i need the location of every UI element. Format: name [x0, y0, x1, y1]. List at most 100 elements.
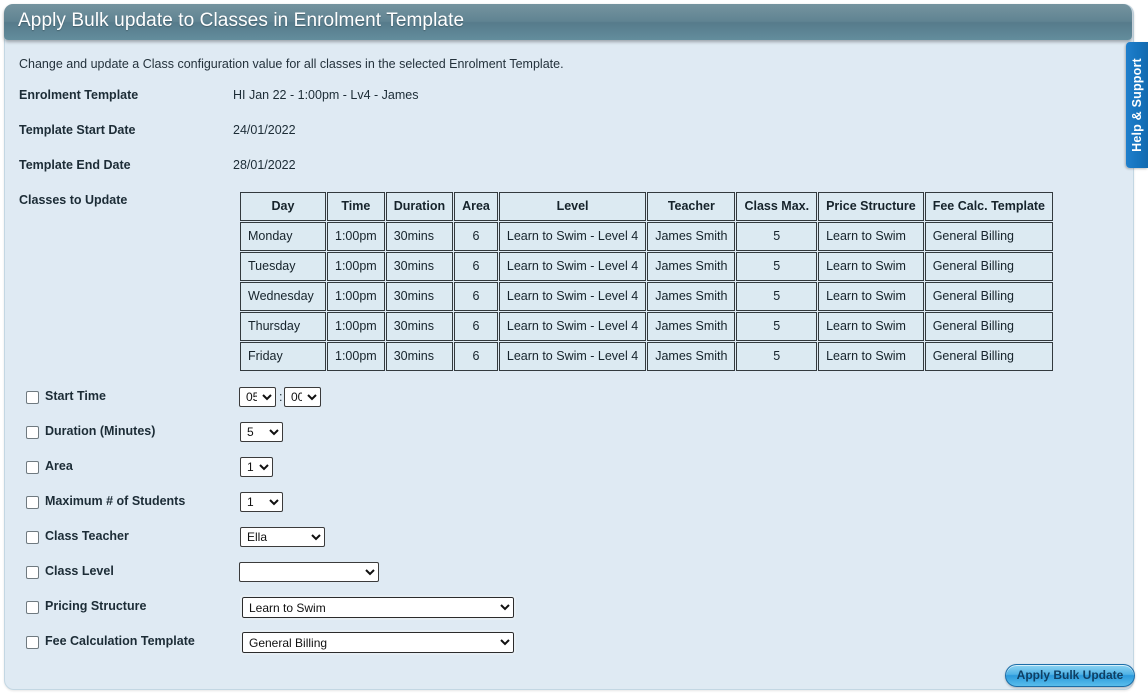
cell-teacher: James Smith [647, 312, 736, 341]
col-header-time: Time [327, 192, 385, 221]
cell-area: 6 [454, 282, 498, 311]
window-titlebar: Apply Bulk update to Classes in Enrolmen… [4, 4, 1132, 40]
info-value-enrolment-template: HI Jan 22 - 1:00pm - Lv4 - James [233, 88, 419, 102]
col-header-price-structure: Price Structure [818, 192, 924, 221]
intro-text: Change and update a Class configuration … [19, 57, 564, 71]
label-max-students: Maximum # of Students [45, 494, 186, 508]
form-row-start-time: Start Time 05 : 00 [5, 387, 1135, 415]
cell-time: 1:00pm [327, 312, 385, 341]
col-header-class-max: Class Max. [736, 192, 818, 221]
col-header-duration: Duration [385, 192, 454, 221]
info-label-enrolment-template: Enrolment Template [19, 88, 139, 102]
info-row-template-end-date: Template End Date 28/01/2022 [5, 158, 1135, 178]
cell-day: Friday [240, 342, 326, 371]
checkbox-class-level[interactable] [26, 566, 39, 579]
label-pricing-structure: Pricing Structure [45, 599, 147, 613]
table-row: Monday 1:00pm 30mins 6 Learn to Swim - L… [240, 222, 1054, 251]
select-max-students[interactable]: 1 [240, 492, 283, 512]
info-label-classes-to-update: Classes to Update [19, 193, 128, 207]
info-label-template-end-date: Template End Date [19, 158, 131, 172]
cell-teacher: James Smith [647, 252, 736, 281]
info-value-template-start-date: 24/01/2022 [233, 123, 296, 137]
cell-price-structure: Learn to Swim [818, 342, 924, 371]
checkbox-area[interactable] [26, 461, 39, 474]
cell-fee-calc-template: General Billing [924, 312, 1054, 341]
col-header-teacher: Teacher [647, 192, 736, 221]
form-row-pricing-structure: Pricing Structure Learn to Swim [5, 595, 1135, 625]
cell-fee-calc-template: General Billing [924, 282, 1054, 311]
col-header-area: Area [454, 192, 498, 221]
cell-day: Thursday [240, 312, 326, 341]
cell-price-structure: Learn to Swim [818, 222, 924, 251]
page-title: Apply Bulk update to Classes in Enrolmen… [18, 10, 465, 31]
cell-class-max: 5 [736, 312, 818, 341]
form-row-duration: Duration (Minutes) 5 [5, 422, 1135, 450]
select-duration[interactable]: 5 [240, 422, 283, 442]
checkbox-pricing-structure[interactable] [26, 601, 39, 614]
cell-class-max: 5 [736, 282, 818, 311]
select-pricing-structure[interactable]: Learn to Swim [240, 595, 516, 620]
table-header-row: Day Time Duration Area Level Teacher Cla… [240, 192, 1054, 221]
table-row: Thursday 1:00pm 30mins 6 Learn to Swim -… [240, 312, 1054, 341]
form-row-fee-calculation-template: Fee Calculation Template General Billing [5, 630, 1135, 660]
classes-table-wrapper: Day Time Duration Area Level Teacher Cla… [239, 191, 1054, 372]
cell-teacher: James Smith [647, 342, 736, 371]
label-fee-calculation-template: Fee Calculation Template [45, 634, 195, 648]
label-start-time: Start Time [45, 389, 106, 403]
info-row-enrolment-template: Enrolment Template HI Jan 22 - 1:00pm - … [5, 88, 1135, 108]
cell-time: 1:00pm [327, 252, 385, 281]
col-header-level: Level [498, 192, 647, 221]
select-area[interactable]: 1 [240, 457, 273, 477]
apply-bulk-update-button[interactable]: Apply Bulk Update [1005, 664, 1135, 687]
checkbox-fee-calculation-template[interactable] [26, 636, 39, 649]
panel-body: Change and update a Class configuration … [5, 45, 1135, 695]
help-and-support-label: Help & Support [1130, 58, 1144, 152]
label-duration: Duration (Minutes) [45, 424, 156, 438]
cell-day: Monday [240, 222, 326, 251]
select-start-time-minute[interactable]: 00 [284, 387, 321, 407]
cell-day: Tuesday [240, 252, 326, 281]
select-class-teacher[interactable]: Ella [240, 527, 325, 547]
table-row: Tuesday 1:00pm 30mins 6 Learn to Swim - … [240, 252, 1054, 281]
select-class-level[interactable] [239, 562, 379, 582]
cell-fee-calc-template: General Billing [924, 342, 1054, 371]
classes-table: Day Time Duration Area Level Teacher Cla… [239, 191, 1054, 372]
cell-price-structure: Learn to Swim [818, 312, 924, 341]
cell-teacher: James Smith [647, 222, 736, 251]
cell-teacher: James Smith [647, 282, 736, 311]
checkbox-duration[interactable] [26, 426, 39, 439]
cell-level: Learn to Swim - Level 4 [498, 282, 647, 311]
label-area: Area [45, 459, 73, 473]
form-row-class-level: Class Level [5, 562, 1135, 590]
form-row-class-teacher: Class Teacher Ella [5, 527, 1135, 555]
cell-duration: 30mins [385, 282, 454, 311]
info-row-template-start-date: Template Start Date 24/01/2022 [5, 123, 1135, 143]
cell-time: 1:00pm [327, 282, 385, 311]
col-header-day: Day [240, 192, 326, 221]
info-label-template-start-date: Template Start Date [19, 123, 136, 137]
page-root: Change and update a Class configuration … [0, 0, 1148, 697]
checkbox-start-time[interactable] [26, 391, 39, 404]
label-class-level: Class Level [45, 564, 114, 578]
cell-level: Learn to Swim - Level 4 [498, 252, 647, 281]
form-row-area: Area 1 [5, 457, 1135, 485]
select-start-time-hour[interactable]: 05 [239, 387, 276, 407]
start-time-separator: : [279, 390, 283, 404]
cell-duration: 30mins [385, 342, 454, 371]
cell-area: 6 [454, 252, 498, 281]
info-value-template-end-date: 28/01/2022 [233, 158, 296, 172]
cell-time: 1:00pm [327, 222, 385, 251]
checkbox-max-students[interactable] [26, 496, 39, 509]
cell-area: 6 [454, 342, 498, 371]
cell-area: 6 [454, 222, 498, 251]
cell-class-max: 5 [736, 342, 818, 371]
checkbox-class-teacher[interactable] [26, 531, 39, 544]
form-row-max-students: Maximum # of Students 1 [5, 492, 1135, 520]
cell-area: 6 [454, 312, 498, 341]
cell-time: 1:00pm [327, 342, 385, 371]
help-and-support-tab[interactable]: Help & Support [1126, 42, 1148, 168]
main-panel: Change and update a Class configuration … [4, 4, 1135, 690]
select-fee-calculation-template[interactable]: General Billing [240, 630, 516, 655]
cell-price-structure: Learn to Swim [818, 252, 924, 281]
cell-level: Learn to Swim - Level 4 [498, 222, 647, 251]
